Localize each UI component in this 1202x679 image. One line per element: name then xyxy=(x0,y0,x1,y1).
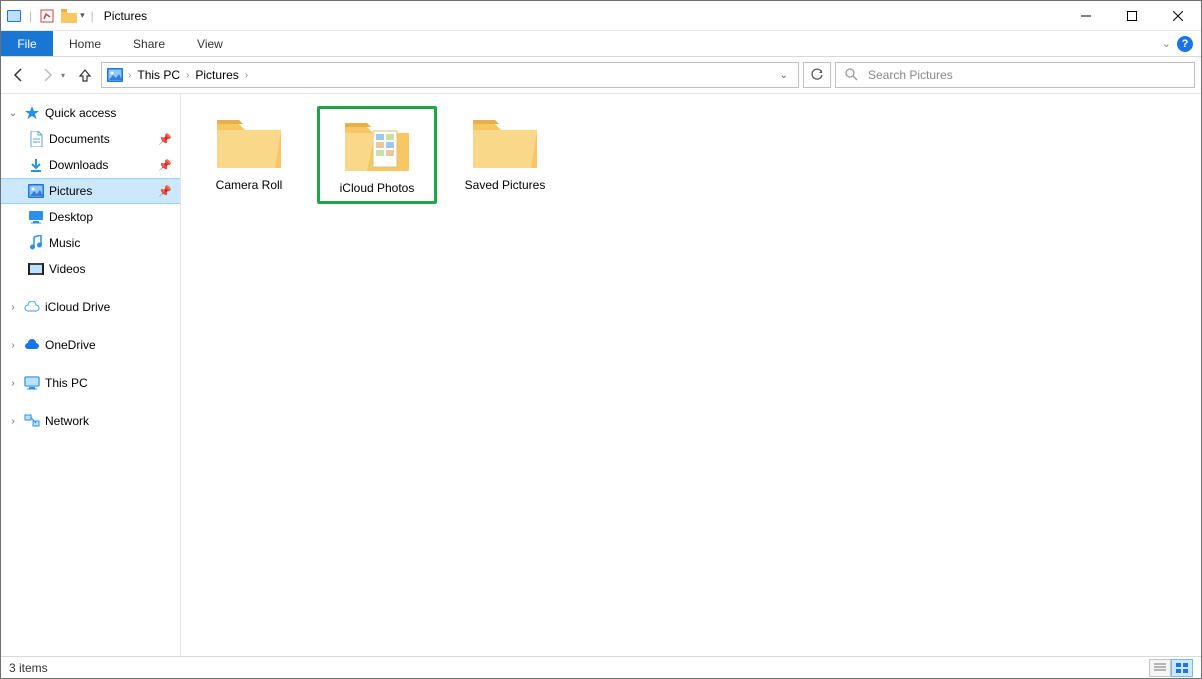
view-toggles xyxy=(1149,659,1193,677)
folder-label: Saved Pictures xyxy=(465,178,546,192)
sidebar-item-network[interactable]: › Network xyxy=(1,408,180,434)
cloud-icon xyxy=(23,298,41,316)
chevron-down-icon[interactable]: ⌄ xyxy=(7,108,19,119)
folder-icon xyxy=(471,114,539,170)
sidebar-item-videos[interactable]: Videos xyxy=(1,256,180,282)
sidebar-item-label: Music xyxy=(49,236,80,250)
up-button[interactable] xyxy=(73,63,97,87)
pin-icon: 📌 xyxy=(158,159,172,172)
ribbon-expand-icon[interactable]: ⌄ xyxy=(1162,37,1171,50)
sidebar-item-label: Videos xyxy=(49,262,85,276)
breadcrumb-item[interactable]: This PC xyxy=(135,68,182,82)
sidebar-item-label: Quick access xyxy=(45,106,116,120)
folder-icon[interactable] xyxy=(60,7,78,25)
window-title: Pictures xyxy=(104,9,147,23)
sidebar-item-label: OneDrive xyxy=(45,338,96,352)
details-view-button[interactable] xyxy=(1149,659,1171,677)
folder-icloud-photos[interactable]: iCloud Photos xyxy=(317,106,437,204)
videos-icon xyxy=(27,260,45,278)
sidebar-item-desktop[interactable]: Desktop xyxy=(1,204,180,230)
thumbnails-view-button[interactable] xyxy=(1171,659,1193,677)
forward-button[interactable] xyxy=(35,63,59,87)
properties-icon[interactable] xyxy=(38,7,56,25)
refresh-button[interactable] xyxy=(803,62,831,88)
explorer-app-icon xyxy=(5,7,23,25)
file-explorer-window: | ▾ | Pictures File Home Share xyxy=(0,0,1202,679)
sidebar-item-label: Downloads xyxy=(49,158,108,172)
ribbon: File Home Share View ⌄ ? xyxy=(1,31,1201,57)
sidebar-item-quick-access[interactable]: ⌄ Quick access xyxy=(1,100,180,126)
sidebar-item-this-pc[interactable]: › This PC xyxy=(1,370,180,396)
folder-icon xyxy=(343,117,411,173)
tab-home[interactable]: Home xyxy=(53,31,117,56)
help-icon[interactable]: ? xyxy=(1177,36,1193,52)
sidebar-item-label: iCloud Drive xyxy=(45,300,110,314)
chevron-right-icon[interactable]: › xyxy=(7,302,19,313)
onedrive-icon xyxy=(23,336,41,354)
folder-label: iCloud Photos xyxy=(340,181,415,195)
minimize-button[interactable] xyxy=(1063,1,1109,30)
recent-locations-dropdown[interactable]: ▾ xyxy=(61,71,65,80)
qat-dropdown[interactable]: ▾ xyxy=(80,10,85,21)
maximize-button[interactable] xyxy=(1109,1,1155,30)
address-dropdown[interactable]: ⌄ xyxy=(774,70,794,81)
statusbar: 3 items xyxy=(1,656,1201,678)
folder-camera-roll[interactable]: Camera Roll xyxy=(189,106,309,204)
chevron-right-icon[interactable]: › xyxy=(128,70,131,81)
chevron-right-icon[interactable]: › xyxy=(7,416,19,427)
sidebar-item-label: Network xyxy=(45,414,89,428)
address-bar[interactable]: › This PC › Pictures › ⌄ xyxy=(101,62,799,88)
quick-access-toolbar: | ▾ | Pictures xyxy=(1,7,147,25)
sidebar-item-label: This PC xyxy=(45,376,88,390)
network-icon xyxy=(23,412,41,430)
download-icon xyxy=(27,156,45,174)
sidebar-item-label: Desktop xyxy=(49,210,93,224)
search-box[interactable] xyxy=(835,62,1195,88)
folder-icon xyxy=(215,114,283,170)
content-pane[interactable]: Camera Roll xyxy=(181,94,1201,656)
body: ⌄ Quick access Documents 📌 Downloads xyxy=(1,93,1201,656)
separator: | xyxy=(29,9,32,23)
sidebar-item-downloads[interactable]: Downloads 📌 xyxy=(1,152,180,178)
chevron-right-icon[interactable]: › xyxy=(7,340,19,351)
pictures-icon xyxy=(106,66,124,84)
desktop-icon xyxy=(27,208,45,226)
navigation-bar: ▾ › This PC › Pictures › ⌄ xyxy=(1,57,1201,93)
folder-saved-pictures[interactable]: Saved Pictures xyxy=(445,106,565,204)
navigation-pane[interactable]: ⌄ Quick access Documents 📌 Downloads xyxy=(1,94,181,656)
window-controls xyxy=(1063,1,1201,30)
sidebar-item-music[interactable]: Music xyxy=(1,230,180,256)
back-button[interactable] xyxy=(7,63,31,87)
search-icon xyxy=(844,67,858,84)
folder-label: Camera Roll xyxy=(216,178,283,192)
sidebar-item-label: Documents xyxy=(49,132,110,146)
tab-share[interactable]: Share xyxy=(117,31,181,56)
pictures-icon xyxy=(27,182,45,200)
tab-view[interactable]: View xyxy=(181,31,239,56)
breadcrumb-item[interactable]: Pictures xyxy=(193,68,240,82)
chevron-right-icon[interactable]: › xyxy=(186,70,189,81)
pin-icon: 📌 xyxy=(158,133,172,146)
search-input[interactable] xyxy=(866,67,1186,83)
separator: | xyxy=(91,9,94,23)
document-icon xyxy=(27,130,45,148)
thispc-icon xyxy=(23,374,41,392)
sidebar-item-pictures[interactable]: Pictures 📌 xyxy=(1,178,180,204)
star-icon xyxy=(23,104,41,122)
chevron-right-icon[interactable]: › xyxy=(245,70,248,81)
tab-file[interactable]: File xyxy=(1,31,53,56)
sidebar-item-label: Pictures xyxy=(49,184,92,198)
pin-icon: 📌 xyxy=(158,185,172,198)
titlebar: | ▾ | Pictures xyxy=(1,1,1201,31)
item-count: 3 items xyxy=(9,661,48,675)
sidebar-item-documents[interactable]: Documents 📌 xyxy=(1,126,180,152)
sidebar-item-icloud-drive[interactable]: › iCloud Drive xyxy=(1,294,180,320)
music-icon xyxy=(27,234,45,252)
chevron-right-icon[interactable]: › xyxy=(7,378,19,389)
sidebar-item-onedrive[interactable]: › OneDrive xyxy=(1,332,180,358)
close-button[interactable] xyxy=(1155,1,1201,30)
